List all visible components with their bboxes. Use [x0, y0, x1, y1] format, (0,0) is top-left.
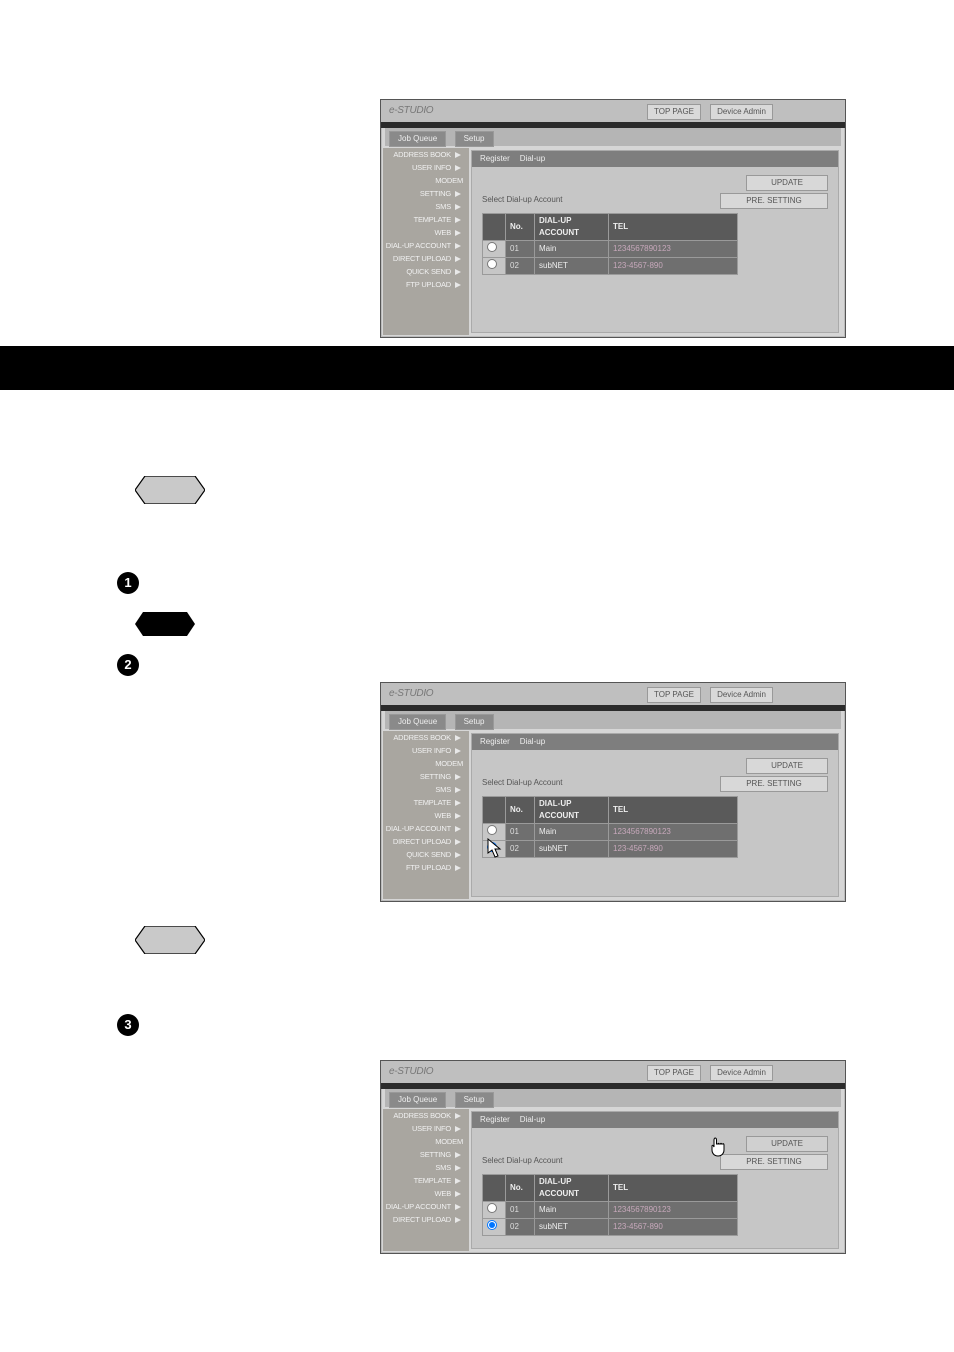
table-row[interactable]: 01Main1234567890123 — [483, 1202, 738, 1219]
note-hexagon-icon — [135, 926, 205, 954]
account-table: No. DIAL-UP ACCOUNT TEL 01 Main 12345678… — [482, 213, 738, 275]
step-number-1: 1 — [117, 572, 139, 594]
sidebar-item-web[interactable]: WEB — [383, 226, 469, 239]
device-admin-button[interactable]: Device Admin — [710, 687, 773, 703]
sidebar-item-modem[interactable]: MODEM — [383, 174, 469, 187]
table-row[interactable]: 02subNET123-4567-890 — [483, 841, 738, 858]
table-row[interactable]: 02 subNET 123-4567-890 — [483, 258, 738, 275]
update-button[interactable]: UPDATE — [746, 758, 828, 774]
panel-heading: Register Dial-up — [472, 151, 838, 167]
sidebar-item-address-book[interactable]: ADDRESS BOOK — [383, 148, 469, 161]
table-row[interactable]: 01 Main 1234567890123 — [483, 241, 738, 258]
update-button[interactable]: UPDATE — [746, 1136, 828, 1152]
note-hexagon-solid-icon — [135, 612, 195, 636]
pre-setting-button[interactable]: PRE. SETTING — [720, 193, 828, 209]
sidebar-item-sms[interactable]: SMS — [383, 200, 469, 213]
screenshot-2: e-STUDIO TOP PAGE Device Admin Job Queue… — [380, 682, 846, 902]
select-label: Select Dial-up Account — [482, 195, 563, 205]
table-header-row: No. DIAL-UP ACCOUNT TEL — [483, 214, 738, 241]
step-number-3: 3 — [117, 1014, 139, 1036]
screenshot-1: e-STUDIO TOP PAGE Device Admin Job Queue… — [380, 99, 846, 338]
tab-job-queue[interactable]: Job Queue — [389, 131, 446, 147]
sidebar-item-direct-upload[interactable]: DIRECT UPLOAD — [383, 252, 469, 265]
tab-setup[interactable]: Setup — [455, 131, 494, 147]
sidebar-item-template[interactable]: TEMPLATE — [383, 213, 469, 226]
sidebar: ADDRESS BOOK USER INFO MODEM SETTING SMS… — [383, 148, 469, 335]
sidebar-item-ftp-upload[interactable]: FTP UPLOAD — [383, 278, 469, 291]
brand-label: e-STUDIO — [381, 105, 433, 117]
device-admin-button[interactable]: Device Admin — [710, 104, 773, 120]
note-hexagon-icon — [135, 476, 205, 504]
window-titlebar: e-STUDIO — [381, 100, 845, 122]
row-radio[interactable] — [487, 242, 497, 252]
top-page-button[interactable]: TOP PAGE — [647, 1065, 701, 1081]
screenshot-3: e-STUDIO TOP PAGE Device Admin Job Queue… — [380, 1060, 846, 1254]
sidebar-item-dialup-account[interactable]: DIAL-UP ACCOUNT — [383, 239, 469, 252]
main-panel: Register Dial-up UPDATE PRE. SETTING Sel… — [471, 150, 839, 333]
section-header-black — [0, 346, 954, 390]
pre-setting-button[interactable]: PRE. SETTING — [720, 776, 828, 792]
subtab-row: Job Queue Setup — [385, 128, 841, 146]
table-row[interactable]: 01Main1234567890123 — [483, 824, 738, 841]
step-number-2: 2 — [117, 654, 139, 676]
device-admin-button[interactable]: Device Admin — [710, 1065, 773, 1081]
sidebar-item-user-info[interactable]: USER INFO — [383, 161, 469, 174]
top-page-button[interactable]: TOP PAGE — [647, 687, 701, 703]
update-button[interactable]: UPDATE — [746, 175, 828, 191]
pre-setting-button[interactable]: PRE. SETTING — [720, 1154, 828, 1170]
sidebar-item-setting[interactable]: SETTING — [383, 187, 469, 200]
top-page-button[interactable]: TOP PAGE — [647, 104, 701, 120]
sidebar-item-quick-send[interactable]: QUICK SEND — [383, 265, 469, 278]
chevron-right-icon — [455, 152, 463, 158]
row-radio[interactable] — [487, 259, 497, 269]
table-row[interactable]: 02subNET123-4567-890 — [483, 1219, 738, 1236]
